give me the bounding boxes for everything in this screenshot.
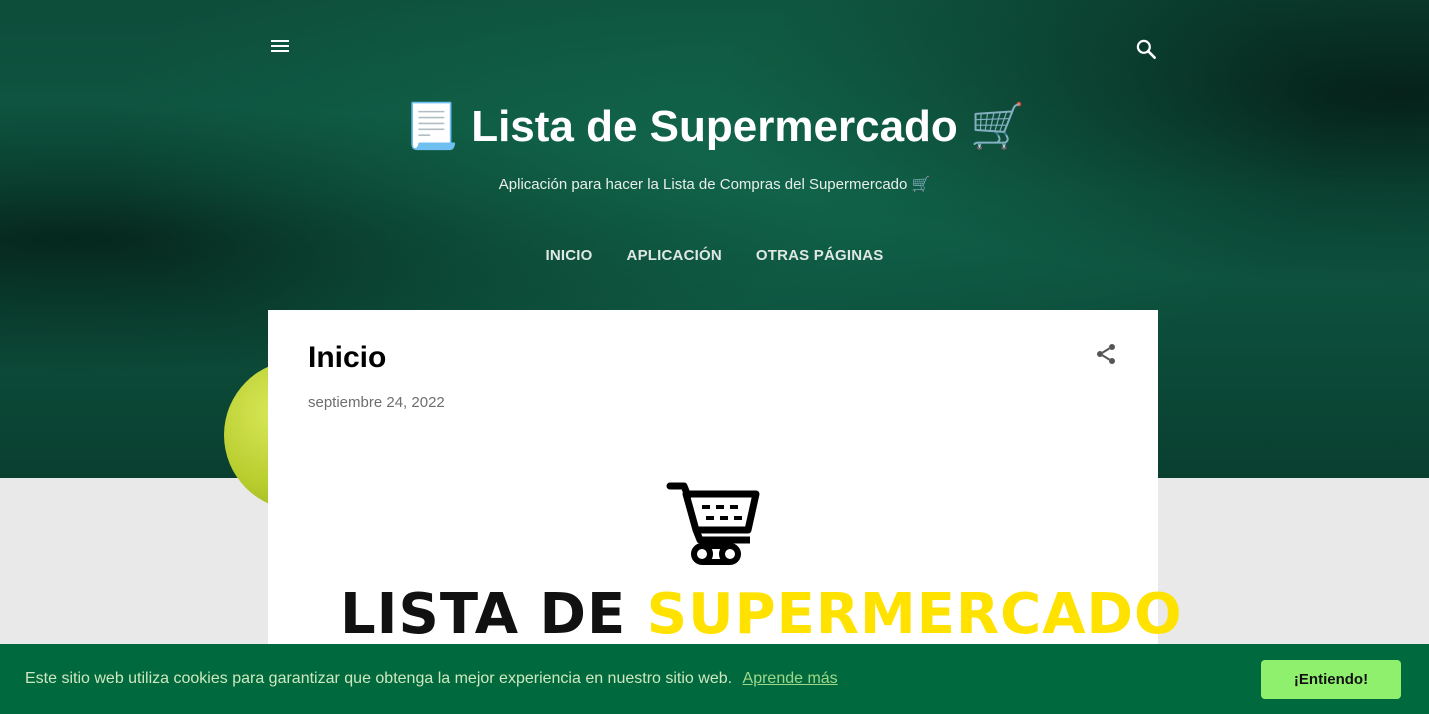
share-icon[interactable] bbox=[1094, 342, 1118, 366]
post-logo-text: LISTA DE SUPERMERCADO bbox=[340, 580, 1182, 650]
logo-word-black: LISTA DE bbox=[340, 582, 627, 647]
logo-word-yellow: SUPERMERCADO bbox=[646, 582, 1183, 647]
site-title[interactable]: 📃 Lista de Supermercado 🛒 bbox=[0, 98, 1429, 156]
post-date[interactable]: septiembre 24, 2022 bbox=[308, 394, 445, 411]
nav-item-aplicacion[interactable]: APLICACIÓN bbox=[627, 247, 722, 264]
site-title-text[interactable]: Lista de Supermercado bbox=[471, 102, 958, 151]
nav-item-otras-paginas[interactable]: OTRAS PÁGINAS bbox=[756, 247, 884, 264]
menu-icon[interactable] bbox=[268, 34, 292, 58]
cookie-message: Este sitio web utiliza cookies para gara… bbox=[25, 669, 838, 689]
post-title[interactable]: Inicio bbox=[308, 340, 386, 376]
site-description: Aplicación para hacer la Lista de Compra… bbox=[498, 176, 931, 193]
accept-cookies-button[interactable]: ¡Entiendo! bbox=[1261, 660, 1401, 699]
cookie-message-text: Este sitio web utiliza cookies para gara… bbox=[25, 670, 733, 687]
nav-item-inicio[interactable]: INICIO bbox=[545, 247, 592, 264]
shopping-cart-emoji-icon: 🛒 bbox=[970, 102, 1025, 151]
main-nav: INICIO APLICACIÓN OTRAS PÁGINAS bbox=[0, 247, 1429, 264]
shopping-cart-icon bbox=[666, 480, 762, 566]
search-icon[interactable] bbox=[1133, 36, 1159, 62]
page: 📃 Lista de Supermercado 🛒 Aplicación par… bbox=[0, 0, 1429, 714]
cookie-banner: Este sitio web utiliza cookies para gara… bbox=[0, 644, 1429, 714]
learn-more-link[interactable]: Aprende más bbox=[743, 670, 838, 687]
scroll-emoji-icon: 📃 bbox=[404, 102, 459, 151]
